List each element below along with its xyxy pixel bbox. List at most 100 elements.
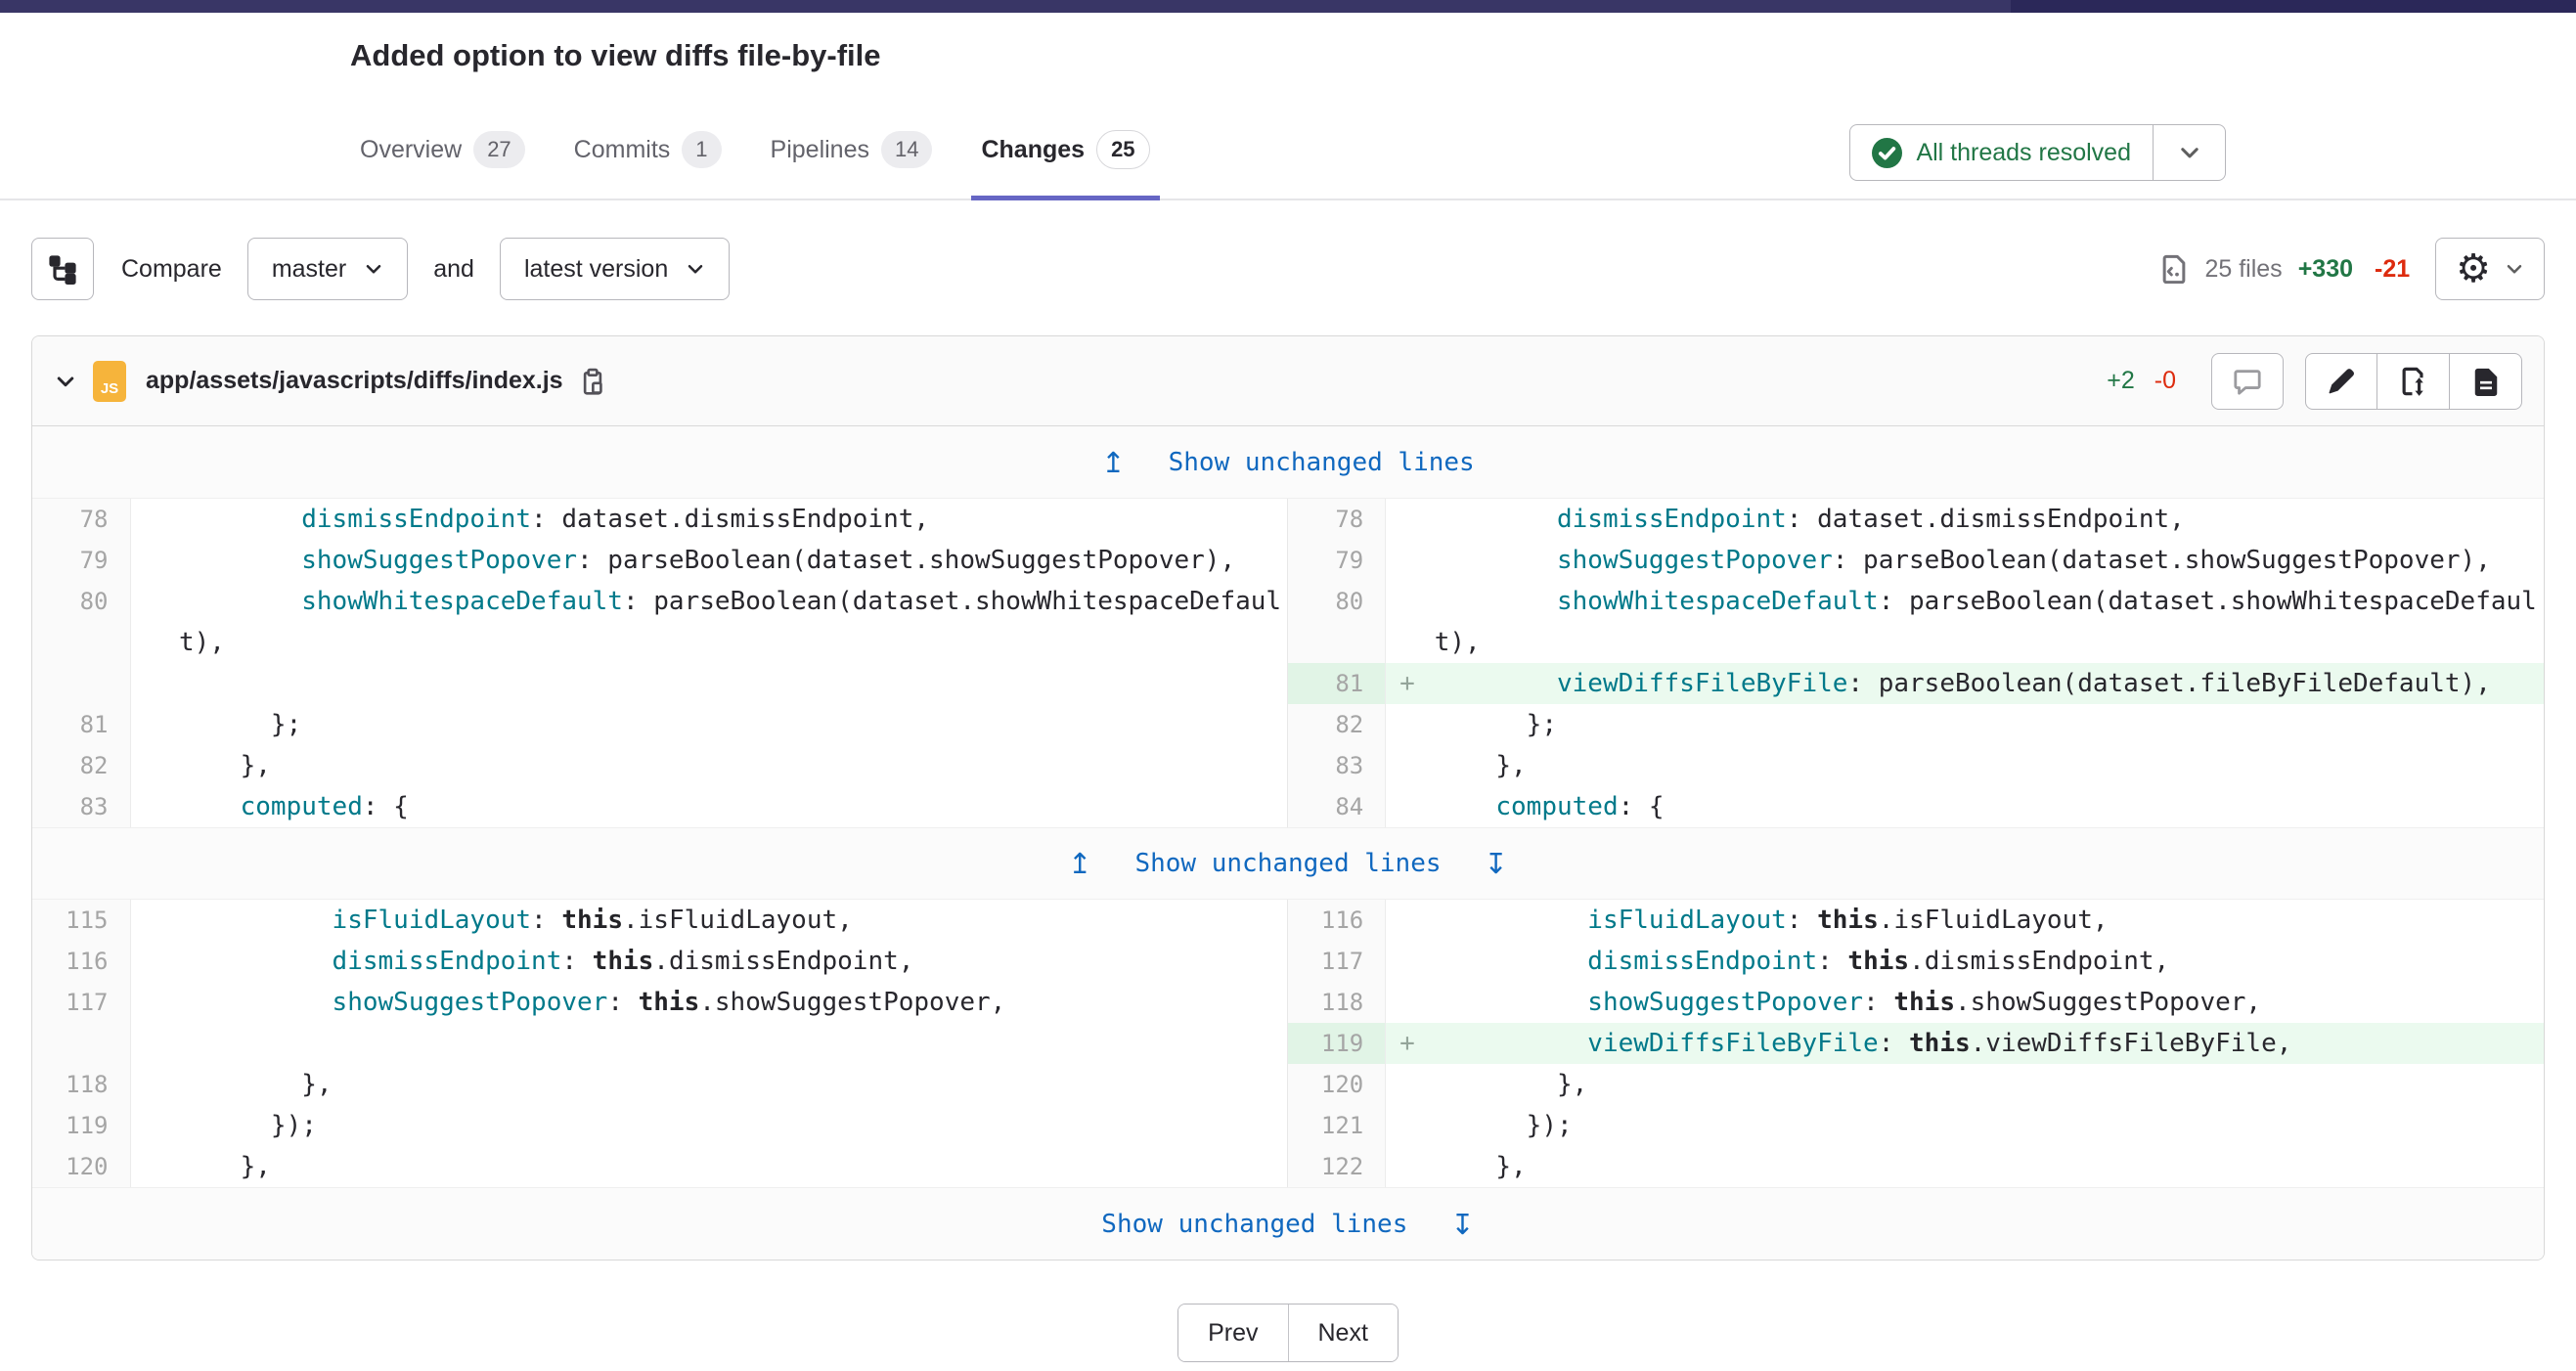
diff-row: 82 },83 }, [32, 745, 2544, 786]
all-threads-resolved-split-button: All threads resolved [1849, 124, 2226, 181]
new-line-number[interactable]: 82 [1288, 704, 1386, 745]
diff-row: 120 },122 }, [32, 1146, 2544, 1187]
expand-lines-link[interactable]: Show unchanged lines [1134, 849, 1441, 878]
resolved-dropdown-toggle[interactable] [2153, 125, 2225, 180]
old-code-cell: showWhitespaceDefault: parseBoolean(data… [173, 581, 1288, 663]
old-line-number[interactable]: 78 [32, 499, 130, 540]
diff-row: 118 },120 }, [32, 1064, 2544, 1105]
old-line-number[interactable]: 120 [32, 1146, 130, 1187]
source-branch-value: master [272, 255, 346, 284]
expand-lines-link[interactable]: Show unchanged lines [1101, 1210, 1407, 1239]
new-sign-cell [1386, 581, 1429, 663]
new-line-number[interactable]: 84 [1288, 786, 1386, 827]
expand-lines-link[interactable]: Show unchanged lines [1169, 448, 1475, 477]
new-line-number[interactable]: 79 [1288, 540, 1386, 581]
all-threads-resolved-button[interactable]: All threads resolved [1850, 125, 2153, 180]
tab-label: Changes [981, 136, 1085, 164]
old-sign-cell [130, 499, 173, 540]
old-line-number[interactable]: 118 [32, 1064, 130, 1105]
tab-commits[interactable]: Commits1 [564, 75, 732, 199]
pencil-icon [2327, 367, 2356, 396]
old-line-number[interactable]: 117 [32, 982, 130, 1023]
compare-versions-button[interactable] [2377, 353, 2450, 410]
new-line-number[interactable]: 122 [1288, 1146, 1386, 1187]
diff-hunk-table: 115 isFluidLayout: this.isFluidLayout,11… [32, 900, 2544, 1187]
old-line-number[interactable] [32, 1023, 130, 1064]
old-line-number[interactable] [32, 663, 130, 704]
old-sign-cell [130, 982, 173, 1023]
old-sign-cell [130, 1146, 173, 1187]
new-line-number[interactable]: 120 [1288, 1064, 1386, 1105]
new-code-cell: viewDiffsFileByFile: parseBoolean(datase… [1429, 663, 2544, 704]
new-line-number[interactable]: 117 [1288, 941, 1386, 982]
diff-settings-button[interactable]: ⚙ [2435, 238, 2545, 300]
expand-lines-row: ↥ Show unchanged lines ↧ [32, 827, 2544, 900]
next-file-button[interactable]: Next [1288, 1305, 1398, 1361]
new-code-cell: showSuggestPopover: this.showSuggestPopo… [1429, 982, 2544, 1023]
doc-code-icon [2159, 254, 2189, 284]
new-sign-cell [1386, 499, 1429, 540]
old-code-cell: }, [173, 1064, 1288, 1105]
source-branch-dropdown[interactable]: master [247, 238, 408, 300]
new-sign-cell [1386, 1064, 1429, 1105]
new-line-number[interactable]: 116 [1288, 900, 1386, 941]
toggle-comments-button[interactable] [2211, 353, 2284, 410]
old-code-cell: }); [173, 1105, 1288, 1146]
view-file-button[interactable] [2450, 353, 2522, 410]
old-line-number[interactable]: 79 [32, 540, 130, 581]
new-line-number[interactable]: 78 [1288, 499, 1386, 540]
new-sign-cell [1386, 540, 1429, 581]
tab-pipelines[interactable]: Pipelines 14 [761, 75, 943, 199]
diff-row: 79 showSuggestPopover: parseBoolean(data… [32, 540, 2544, 581]
page-title: Added option to view diffs file-by-file [350, 36, 2226, 75]
file-tree-toggle-button[interactable] [31, 238, 94, 300]
new-code-cell: }); [1429, 1105, 2544, 1146]
diff-row: 83 computed: {84 computed: { [32, 786, 2544, 827]
old-code-cell: dismissEndpoint: this.dismissEndpoint, [173, 941, 1288, 982]
expand-down-icon[interactable]: ↧ [1485, 847, 1508, 880]
new-line-number[interactable]: 119 [1288, 1023, 1386, 1064]
top-navbar [0, 0, 2576, 13]
old-line-number[interactable]: 119 [32, 1105, 130, 1146]
expand-up-icon[interactable]: ↥ [1101, 446, 1125, 479]
tab-count-badge: 14 [881, 131, 932, 168]
new-line-number[interactable]: 83 [1288, 745, 1386, 786]
edit-file-button[interactable] [2305, 353, 2377, 410]
old-sign-cell [130, 745, 173, 786]
diff-file-card: JS app/assets/javascripts/diffs/index.js… [31, 335, 2545, 1260]
doc-changes-icon [2399, 367, 2428, 396]
expand-down-icon[interactable]: ↧ [1450, 1208, 1474, 1241]
old-line-number[interactable]: 81 [32, 704, 130, 745]
target-version-dropdown[interactable]: latest version [500, 238, 730, 300]
diff-row: 81 };82 }; [32, 704, 2544, 745]
copy-to-clipboard-icon[interactable] [579, 368, 606, 395]
old-line-number[interactable]: 80 [32, 581, 130, 663]
old-line-number[interactable]: 82 [32, 745, 130, 786]
old-line-number[interactable]: 116 [32, 941, 130, 982]
new-line-number[interactable]: 80 [1288, 581, 1386, 663]
old-line-number[interactable]: 115 [32, 900, 130, 941]
new-line-number[interactable]: 121 [1288, 1105, 1386, 1146]
old-line-number[interactable]: 83 [32, 786, 130, 827]
old-sign-cell [130, 1023, 173, 1064]
collapse-file-chevron-icon[interactable] [54, 370, 77, 393]
tab-label: Pipelines [771, 136, 869, 164]
old-code-cell: showSuggestPopover: parseBoolean(dataset… [173, 540, 1288, 581]
all-threads-resolved-label: All threads resolved [1916, 139, 2131, 167]
diff-row: 117 showSuggestPopover: this.showSuggest… [32, 982, 2544, 1023]
chevron-down-icon [364, 259, 383, 279]
expand-lines-row: Show unchanged lines ↧ [32, 1187, 2544, 1260]
file-path[interactable]: app/assets/javascripts/diffs/index.js [146, 367, 563, 395]
tab-count-badge: 25 [1096, 130, 1149, 169]
new-line-number[interactable]: 118 [1288, 982, 1386, 1023]
new-sign-cell [1386, 1105, 1429, 1146]
prev-file-button[interactable]: Prev [1178, 1305, 1287, 1361]
tab-changes[interactable]: Changes 25 [971, 75, 1159, 199]
old-code-cell: computed: { [173, 786, 1288, 827]
new-sign-cell: + [1386, 663, 1429, 704]
new-sign-cell: + [1386, 1023, 1429, 1064]
expand-up-icon[interactable]: ↥ [1068, 847, 1091, 880]
tab-overview[interactable]: Overview27 [350, 75, 535, 199]
new-line-number[interactable]: 81 [1288, 663, 1386, 704]
old-code-cell: }, [173, 1146, 1288, 1187]
